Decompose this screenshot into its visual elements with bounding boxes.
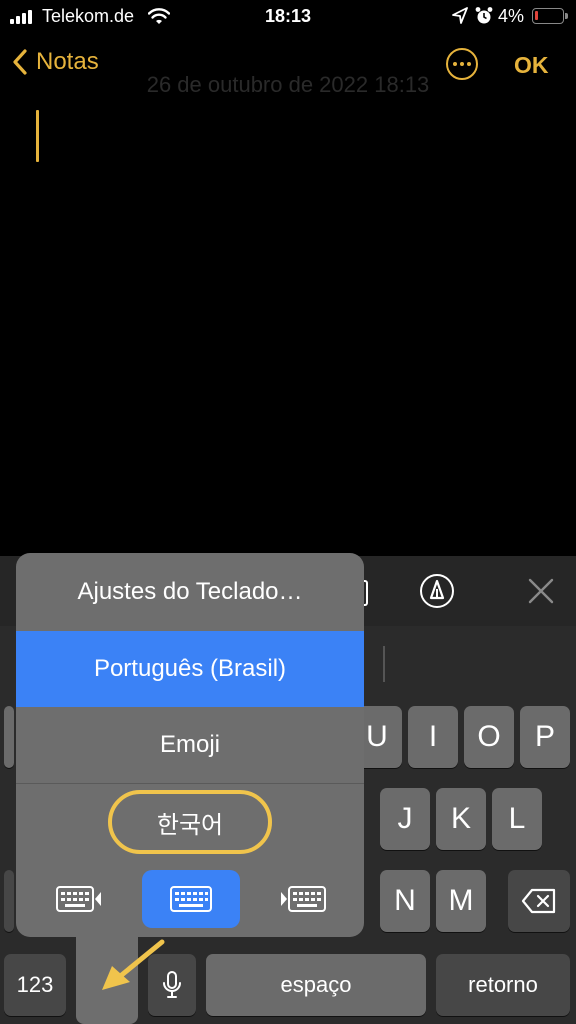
menu-item-keyboard-settings[interactable]: Ajustes do Teclado… xyxy=(16,553,364,631)
key-n[interactable]: N xyxy=(380,870,430,932)
key-p[interactable]: P xyxy=(520,706,570,768)
suggestion-divider xyxy=(383,646,385,682)
menu-item-portuguese[interactable]: Português (Brasil) xyxy=(16,631,364,707)
key-m[interactable]: M xyxy=(436,870,486,932)
key-j[interactable]: J xyxy=(380,788,430,850)
keyboard-left-icon xyxy=(56,886,101,912)
shift-key[interactable] xyxy=(4,870,14,932)
keyboard-right-button[interactable] xyxy=(254,870,352,928)
keyboard-full-icon xyxy=(170,886,212,912)
key-k[interactable]: K xyxy=(436,788,486,850)
annotation-arrow-icon xyxy=(102,939,165,990)
keyboard-left-button[interactable] xyxy=(30,870,128,928)
ellipsis-circle-icon[interactable] xyxy=(446,48,478,80)
done-button[interactable]: OK xyxy=(514,52,549,79)
status-bar: Telekom.de 18:13 4% xyxy=(0,0,576,34)
numbers-key[interactable]: 123 xyxy=(4,954,66,1016)
markup-pen-icon[interactable] xyxy=(420,574,454,608)
battery-percent: 4% xyxy=(498,6,525,26)
key-partial[interactable] xyxy=(4,706,14,768)
backspace-key[interactable] xyxy=(508,870,570,932)
note-date: 26 de outubro de 2022 18:13 xyxy=(146,72,430,97)
return-key[interactable]: retorno xyxy=(436,954,570,1016)
location-arrow-icon xyxy=(452,7,468,24)
space-key[interactable]: espaço xyxy=(206,954,426,1016)
close-icon[interactable] xyxy=(526,576,556,606)
key-l[interactable]: L xyxy=(492,788,542,850)
keyboard-full-button[interactable] xyxy=(142,870,240,928)
backspace-icon xyxy=(521,888,556,914)
keyboard-right-icon xyxy=(281,886,326,912)
battery-icon xyxy=(532,8,568,24)
note-body[interactable] xyxy=(0,100,576,550)
menu-item-emoji[interactable]: Emoji xyxy=(16,707,364,783)
alarm-clock-icon xyxy=(475,7,493,24)
key-o[interactable]: O xyxy=(464,706,514,768)
key-i[interactable]: I xyxy=(408,706,458,768)
highlight-ring xyxy=(108,790,272,854)
